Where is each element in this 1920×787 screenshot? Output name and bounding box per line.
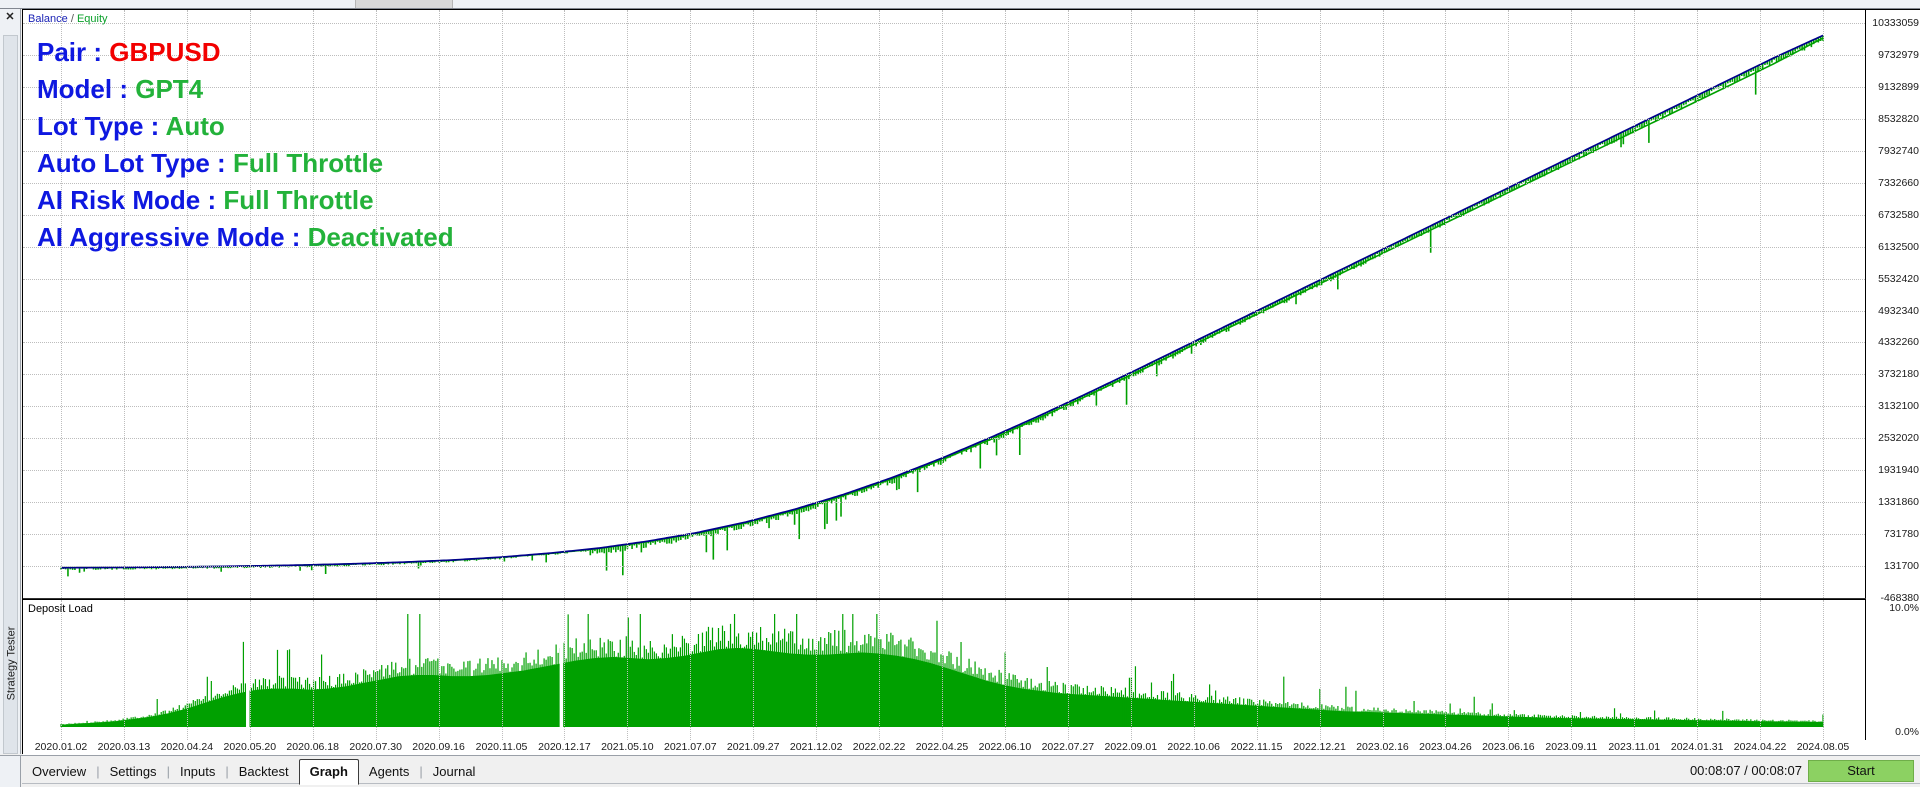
x-tick-label: 2023.04.26 xyxy=(1419,741,1472,753)
y-tick-label: 4932340 xyxy=(1878,305,1919,317)
caption-separator: / xyxy=(71,13,74,25)
deposit-load-caption: Deposit Load xyxy=(28,603,93,615)
y-tick-label: 8532820 xyxy=(1878,113,1919,125)
x-tick-label: 2024.08.05 xyxy=(1797,741,1850,753)
strategy-tester-window: Strategy Tester ✕ Balance / Equity Pair … xyxy=(0,0,1920,787)
y-tick-label: 7932740 xyxy=(1878,145,1919,157)
info-key-6: AI Aggressive Mode : xyxy=(37,222,308,252)
y-tick-label: 731780 xyxy=(1884,528,1919,540)
x-tick-label: 2022.06.10 xyxy=(979,741,1032,753)
info-key-2: Model : xyxy=(37,74,135,104)
x-tick-label: 2023.09.11 xyxy=(1545,741,1597,753)
info-line-2: Model : GPT4 xyxy=(37,71,454,108)
x-tick-label: 2020.11.05 xyxy=(476,741,528,753)
tab-journal[interactable]: Journal xyxy=(423,760,486,784)
strategy-tester-label: Strategy Tester xyxy=(5,612,20,716)
x-tick-label: 2021.05.10 xyxy=(601,741,654,753)
tab-inputs[interactable]: Inputs xyxy=(170,760,225,784)
x-tick-label: 2020.07.30 xyxy=(349,741,402,753)
tab-settings[interactable]: Settings xyxy=(100,760,167,784)
x-tick-label: 2022.04.25 xyxy=(916,741,969,753)
balance-equity-caption: Balance / Equity xyxy=(28,13,108,25)
x-tick-label: 2023.11.01 xyxy=(1608,741,1660,753)
x-tick-label: 2020.03.13 xyxy=(98,741,151,753)
x-tick-label: 2022.11.15 xyxy=(1231,741,1283,753)
x-tick-label: 2020.01.02 xyxy=(35,741,88,753)
deposit-load-gap xyxy=(246,604,250,729)
info-value-3: Auto xyxy=(166,111,225,141)
x-tick-label: 2021.09.27 xyxy=(727,741,780,753)
y-tick-label: 3732180 xyxy=(1878,368,1919,380)
x-tick-label: 2021.07.07 xyxy=(664,741,717,753)
window-chrome-strip xyxy=(0,0,1920,9)
info-value-6: Deactivated xyxy=(308,222,454,252)
left-rail: Strategy Tester xyxy=(0,9,21,754)
info-value-4: Full Throttle xyxy=(233,148,383,178)
tab-agents[interactable]: Agents xyxy=(359,760,419,784)
x-tick-label: 2024.04.22 xyxy=(1734,741,1787,753)
info-key-5: AI Risk Mode : xyxy=(37,185,223,215)
y-tick-label: 6132500 xyxy=(1878,241,1919,253)
elapsed-time: 00:08:07 / 00:08:07 xyxy=(1690,763,1802,778)
x-tick-label: 2022.12.21 xyxy=(1293,741,1346,753)
x-tick-label: 2020.05.20 xyxy=(224,741,277,753)
info-key-3: Lot Type : xyxy=(37,111,166,141)
info-line-6: AI Aggressive Mode : Deactivated xyxy=(37,219,454,256)
y-tick-label: 7332660 xyxy=(1878,177,1919,189)
x-axis: 2020.01.02 2020.03.13 2020.04.24 2020.05.20… xyxy=(23,740,1920,755)
caption-balance: Balance xyxy=(28,13,68,25)
info-value-1: GBPUSD xyxy=(109,37,220,67)
y-tick-label: 9732979 xyxy=(1878,49,1919,61)
info-line-3: Lot Type : Auto xyxy=(37,108,454,145)
deposit-axis-bottom-label: 0.0% xyxy=(1895,726,1919,738)
info-key-4: Auto Lot Type : xyxy=(37,148,233,178)
y-tick-label: 9132899 xyxy=(1878,81,1919,93)
y-tick-label: 6732580 xyxy=(1878,209,1919,221)
x-tick-label: 2024.01.31 xyxy=(1671,741,1724,753)
x-tick-label: 2021.12.02 xyxy=(790,741,843,753)
deposit-load-plot xyxy=(23,600,1866,740)
x-tick-label: 2022.09.01 xyxy=(1105,741,1158,753)
info-value-5: Full Throttle xyxy=(223,185,373,215)
y-tick-label: 4332260 xyxy=(1878,336,1919,348)
y-axis: 10333059 9732979 9132899 8532820 7932740 7332… xyxy=(1867,10,1920,740)
deposit-axis-top-label: 10.0% xyxy=(1889,602,1919,614)
info-key-1: Pair : xyxy=(37,37,109,67)
close-icon[interactable]: ✕ xyxy=(0,9,20,25)
tester-tabs[interactable]: Overview|Settings|Inputs|BacktestGraphAg… xyxy=(22,759,485,784)
y-tick-label: 3132100 xyxy=(1878,400,1919,412)
x-tick-label: 2023.06.16 xyxy=(1482,741,1535,753)
strategy-info-overlay: Pair : GBPUSDModel : GPT4Lot Type : Auto… xyxy=(37,34,454,256)
tab-backtest[interactable]: Backtest xyxy=(229,760,299,784)
tab-overview[interactable]: Overview xyxy=(22,760,96,784)
x-tick-label: 2023.02.16 xyxy=(1356,741,1409,753)
caption-equity: Equity xyxy=(77,13,108,25)
info-line-1: Pair : GBPUSD xyxy=(37,34,454,71)
y-tick-label: 1931940 xyxy=(1878,464,1919,476)
x-tick-label: 2020.06.18 xyxy=(286,741,339,753)
deposit-load-gap xyxy=(560,604,564,729)
strategy-tester-rail-tab[interactable]: Strategy Tester xyxy=(3,35,18,754)
info-line-4: Auto Lot Type : Full Throttle xyxy=(37,145,454,182)
y-tick-label: 2532020 xyxy=(1878,432,1919,444)
balance-equity-panel[interactable]: Balance / Equity Pair : GBPUSDModel : GP… xyxy=(23,10,1866,598)
x-tick-label: 2022.10.06 xyxy=(1167,741,1220,753)
y-tick-label: 10333059 xyxy=(1872,17,1919,29)
start-button[interactable]: Start xyxy=(1808,760,1914,782)
info-line-5: AI Risk Mode : Full Throttle xyxy=(37,182,454,219)
y-tick-label: 131700 xyxy=(1884,560,1919,572)
bottom-tabbar: Overview|Settings|Inputs|BacktestGraphAg… xyxy=(0,755,1920,787)
chart-frame: Balance / Equity Pair : GBPUSDModel : GP… xyxy=(22,9,1920,754)
tab-graph[interactable]: Graph xyxy=(299,759,359,785)
y-tick-label: 5532420 xyxy=(1878,273,1919,285)
x-tick-label: 2022.02.22 xyxy=(853,741,906,753)
y-tick-label: 1331860 xyxy=(1878,496,1919,508)
deposit-load-panel[interactable]: Deposit Load xyxy=(23,599,1866,740)
rail-cap xyxy=(0,756,21,787)
info-value-2: GPT4 xyxy=(135,74,203,104)
x-tick-label: 2020.04.24 xyxy=(161,741,214,753)
x-tick-label: 2020.09.16 xyxy=(412,741,465,753)
x-tick-label: 2022.07.27 xyxy=(1042,741,1095,753)
x-tick-label: 2020.12.17 xyxy=(538,741,591,753)
